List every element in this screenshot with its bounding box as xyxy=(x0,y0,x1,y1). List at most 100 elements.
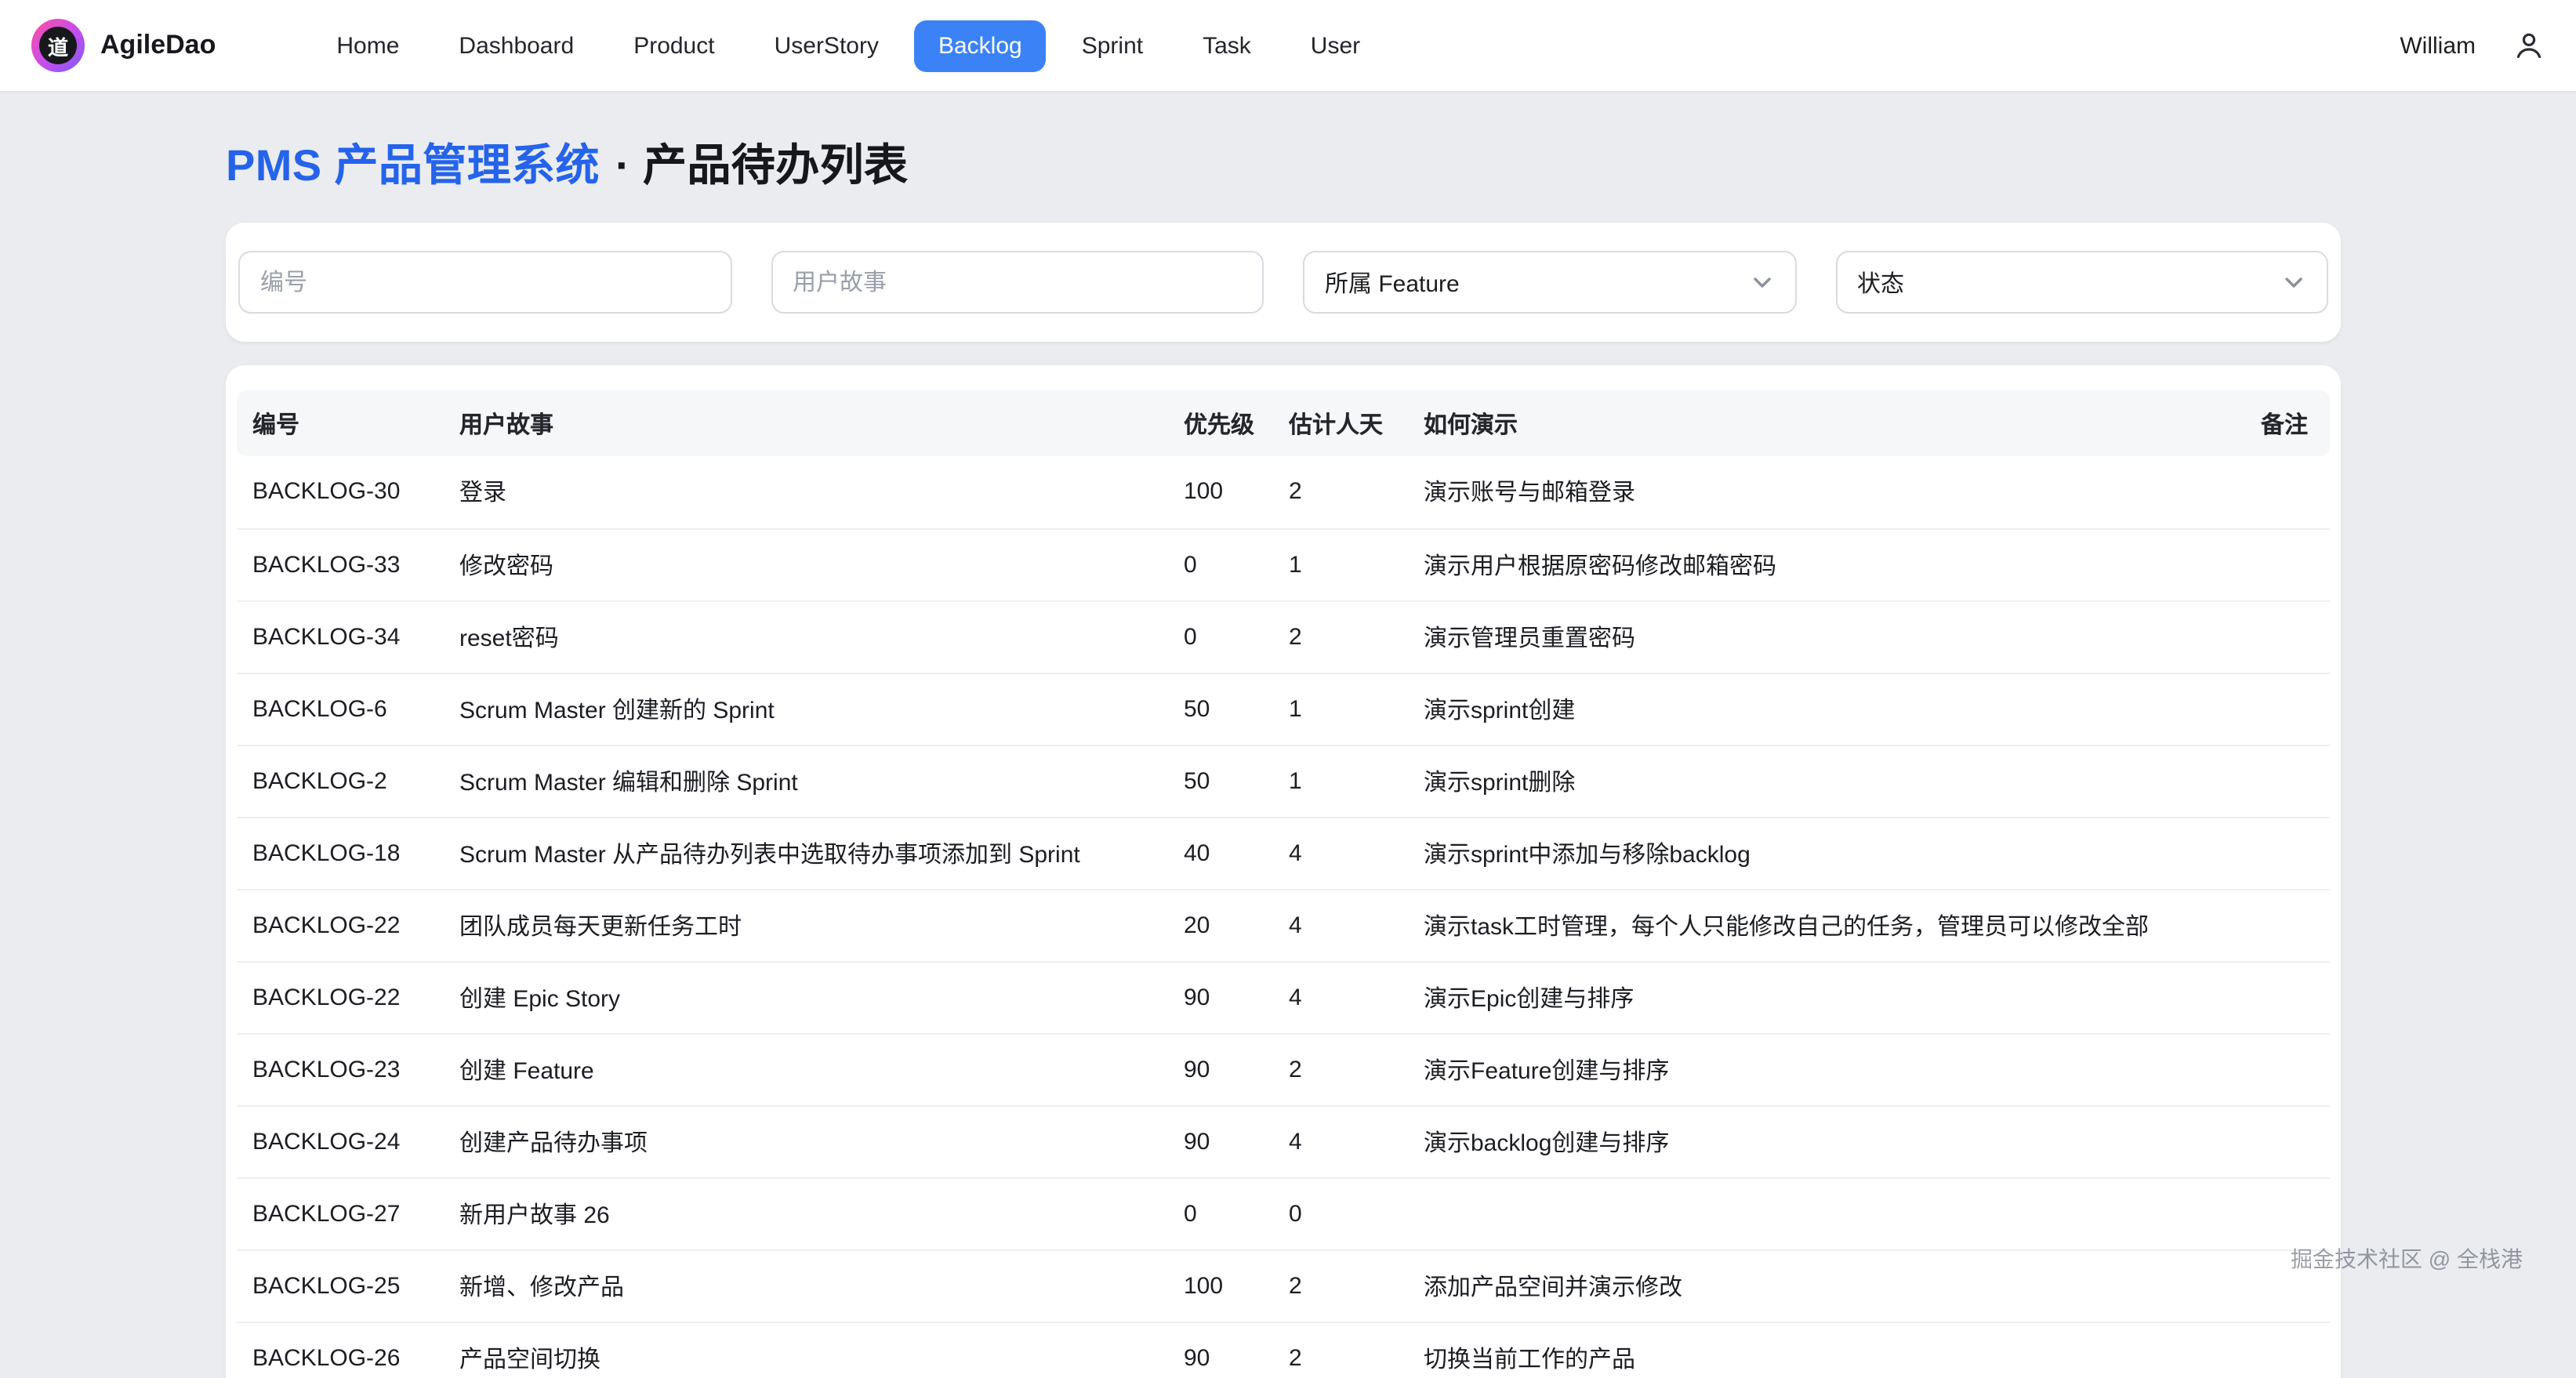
table-row[interactable]: BACKLOG-2Scrum Master 编辑和删除 Sprint501演示s… xyxy=(237,745,2330,817)
nav-item-product[interactable]: Product xyxy=(610,20,738,71)
backlog-table-card: 编号 用户故事 优先级 估计人天 如何演示 备注 BACKLOG-30登录100… xyxy=(226,365,2341,1378)
table-row[interactable]: BACKLOG-33修改密码01演示用户根据原密码修改邮箱密码 xyxy=(237,528,2330,600)
cell-story: 创建 Epic Story xyxy=(444,961,1168,1033)
app: 道 AgileDao Home Dashboard Product UserSt… xyxy=(0,0,2576,1378)
nav-item-user[interactable]: User xyxy=(1287,20,1384,71)
table-row[interactable]: BACKLOG-30登录1002演示账号与邮箱登录 xyxy=(237,456,2330,528)
cell-days: 4 xyxy=(1273,961,1408,1033)
table-body: BACKLOG-30登录1002演示账号与邮箱登录BACKLOG-33修改密码0… xyxy=(237,456,2330,1378)
story-filter-input[interactable] xyxy=(771,251,1264,314)
cell-demo: 添加产品空间并演示修改 xyxy=(1408,1249,2214,1322)
feature-filter-select[interactable]: 所属 Feature xyxy=(1303,251,1796,314)
nav-item-home[interactable]: Home xyxy=(313,20,423,71)
cell-days: 4 xyxy=(1273,817,1408,889)
column-header-id: 编号 xyxy=(237,390,444,456)
cell-note xyxy=(2214,456,2330,528)
cell-demo: 切换当前工作的产品 xyxy=(1408,1322,2214,1378)
nav-item-task[interactable]: Task xyxy=(1179,20,1275,71)
table-row[interactable]: BACKLOG-23创建 Feature902演示Feature创建与排序 xyxy=(237,1033,2330,1105)
top-navbar: 道 AgileDao Home Dashboard Product UserSt… xyxy=(0,0,2576,91)
cell-demo: 演示backlog创建与排序 xyxy=(1408,1105,2214,1177)
cell-days: 1 xyxy=(1273,673,1408,745)
column-header-note: 备注 xyxy=(2214,390,2330,456)
nav-item-backlog[interactable]: Backlog xyxy=(915,20,1046,71)
column-header-demo: 如何演示 xyxy=(1408,390,2214,456)
cell-demo: 演示Epic创建与排序 xyxy=(1408,961,2214,1033)
feature-select-value: 所属 Feature xyxy=(1325,266,1460,299)
status-select-value: 状态 xyxy=(1857,266,1904,299)
user-profile-icon[interactable] xyxy=(2513,30,2545,61)
cell-id: BACKLOG-22 xyxy=(237,889,444,961)
user-name[interactable]: William xyxy=(2400,32,2476,59)
nav-item-sprint[interactable]: Sprint xyxy=(1058,20,1166,71)
cell-note xyxy=(2214,673,2330,745)
filter-bar: 所属 Feature 状态 xyxy=(226,223,2341,342)
table-row[interactable]: BACKLOG-27新用户故事 2600 xyxy=(237,1177,2330,1249)
cell-story: Scrum Master 编辑和删除 Sprint xyxy=(444,745,1168,817)
cell-demo: 演示sprint删除 xyxy=(1408,745,2214,817)
cell-days: 2 xyxy=(1273,456,1408,528)
cell-priority: 0 xyxy=(1168,528,1273,600)
cell-id: BACKLOG-27 xyxy=(237,1177,444,1249)
nav-item-userstory[interactable]: UserStory xyxy=(751,20,902,71)
cell-id: BACKLOG-18 xyxy=(237,817,444,889)
table-row[interactable]: BACKLOG-6Scrum Master 创建新的 Sprint501演示sp… xyxy=(237,673,2330,745)
cell-days: 1 xyxy=(1273,528,1408,600)
cell-priority: 90 xyxy=(1168,1105,1273,1177)
cell-priority: 40 xyxy=(1168,817,1273,889)
column-header-story: 用户故事 xyxy=(444,390,1168,456)
cell-days: 0 xyxy=(1273,1177,1408,1249)
cell-note xyxy=(2214,528,2330,600)
cell-note xyxy=(2214,1105,2330,1177)
nav-item-dashboard[interactable]: Dashboard xyxy=(435,20,597,71)
cell-priority: 20 xyxy=(1168,889,1273,961)
table-header-row: 编号 用户故事 优先级 估计人天 如何演示 备注 xyxy=(237,390,2330,456)
cell-note xyxy=(2214,961,2330,1033)
cell-demo: 演示账号与邮箱登录 xyxy=(1408,456,2214,528)
page-title-section: 产品待办列表 xyxy=(643,141,908,190)
cell-priority: 50 xyxy=(1168,673,1273,745)
backlog-table: 编号 用户故事 优先级 估计人天 如何演示 备注 BACKLOG-30登录100… xyxy=(237,390,2330,1378)
main-nav: Home Dashboard Product UserStory Backlog… xyxy=(313,20,1384,71)
cell-id: BACKLOG-6 xyxy=(237,673,444,745)
cell-days: 4 xyxy=(1273,889,1408,961)
cell-id: BACKLOG-34 xyxy=(237,600,444,673)
cell-priority: 0 xyxy=(1168,1177,1273,1249)
chevron-down-icon xyxy=(1749,270,1774,295)
page-title-separator: · xyxy=(615,141,630,190)
cell-story: 修改密码 xyxy=(444,528,1168,600)
cell-id: BACKLOG-30 xyxy=(237,456,444,528)
table-row[interactable]: BACKLOG-24创建产品待办事项904演示backlog创建与排序 xyxy=(237,1105,2330,1177)
cell-id: BACKLOG-33 xyxy=(237,528,444,600)
cell-demo: 演示Feature创建与排序 xyxy=(1408,1033,2214,1105)
table-row[interactable]: BACKLOG-26产品空间切换902切换当前工作的产品 xyxy=(237,1322,2330,1378)
cell-priority: 50 xyxy=(1168,745,1273,817)
cell-days: 2 xyxy=(1273,1249,1408,1322)
cell-note xyxy=(2214,1177,2330,1249)
table-row[interactable]: BACKLOG-18Scrum Master 从产品待办列表中选取待办事项添加到… xyxy=(237,817,2330,889)
cell-story: 登录 xyxy=(444,456,1168,528)
status-filter-select[interactable]: 状态 xyxy=(1835,251,2328,314)
cell-demo: 演示sprint中添加与移除backlog xyxy=(1408,817,2214,889)
cell-story: Scrum Master 创建新的 Sprint xyxy=(444,673,1168,745)
cell-demo: 演示管理员重置密码 xyxy=(1408,600,2214,673)
cell-demo: 演示sprint创建 xyxy=(1408,673,2214,745)
table-row[interactable]: BACKLOG-22团队成员每天更新任务工时204演示task工时管理，每个人只… xyxy=(237,889,2330,961)
cell-demo: 演示用户根据原密码修改邮箱密码 xyxy=(1408,528,2214,600)
cell-priority: 90 xyxy=(1168,961,1273,1033)
table-row[interactable]: BACKLOG-34reset密码02演示管理员重置密码 xyxy=(237,600,2330,673)
cell-days: 2 xyxy=(1273,1322,1408,1378)
brand[interactable]: 道 AgileDao xyxy=(31,19,216,72)
cell-id: BACKLOG-25 xyxy=(237,1249,444,1322)
cell-story: Scrum Master 从产品待办列表中选取待办事项添加到 Sprint xyxy=(444,817,1168,889)
page-content: PMS 产品管理系统·产品待办列表 所属 Feature 状态 xyxy=(226,132,2341,1378)
table-row[interactable]: BACKLOG-25新增、修改产品1002添加产品空间并演示修改 xyxy=(237,1249,2330,1322)
table-row[interactable]: BACKLOG-22创建 Epic Story904演示Epic创建与排序 xyxy=(237,961,2330,1033)
cell-story: 新增、修改产品 xyxy=(444,1249,1168,1322)
id-filter-input[interactable] xyxy=(238,251,731,314)
cell-story: 团队成员每天更新任务工时 xyxy=(444,889,1168,961)
navbar-right: William xyxy=(2400,30,2545,61)
cell-days: 1 xyxy=(1273,745,1408,817)
cell-demo: 演示task工时管理，每个人只能修改自己的任务，管理员可以修改全部 xyxy=(1408,889,2214,961)
cell-priority: 90 xyxy=(1168,1033,1273,1105)
